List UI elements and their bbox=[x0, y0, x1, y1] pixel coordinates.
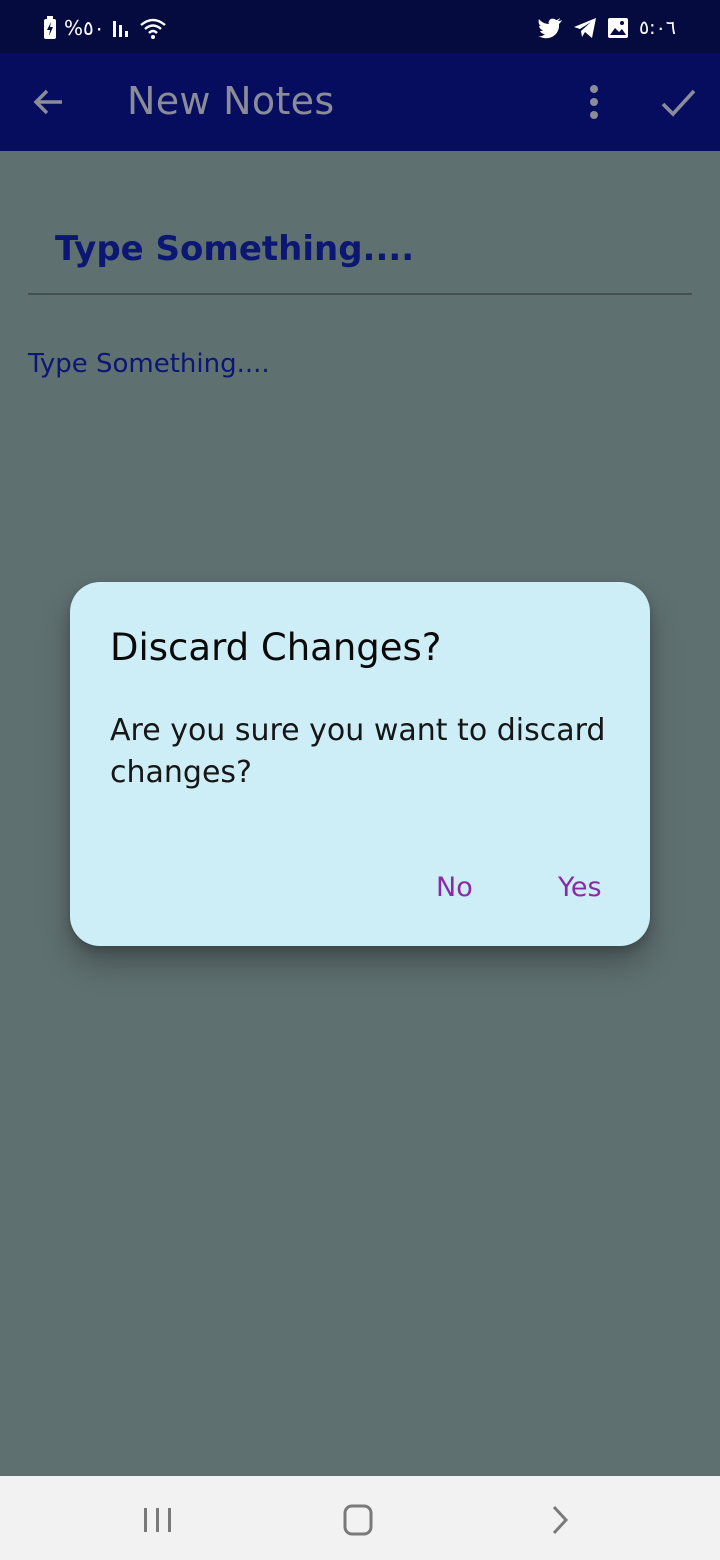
arrow-back-icon[interactable] bbox=[28, 81, 70, 123]
signal-icon bbox=[111, 17, 133, 39]
battery-charging-icon bbox=[42, 16, 58, 40]
wifi-icon bbox=[139, 16, 167, 40]
no-button[interactable]: No bbox=[436, 872, 473, 903]
check-icon[interactable] bbox=[656, 81, 700, 125]
status-left: %٥٠ bbox=[42, 14, 167, 42]
status-right: ٥:٠٦ bbox=[537, 14, 676, 42]
discard-dialog: Discard Changes? Are you sure you want t… bbox=[70, 582, 650, 946]
back-icon[interactable] bbox=[540, 1504, 580, 1536]
system-nav-bar bbox=[0, 1476, 720, 1560]
telegram-icon bbox=[573, 17, 597, 39]
app-bar: New Notes bbox=[0, 53, 720, 151]
note-body-input[interactable]: Type Something.... bbox=[28, 349, 270, 379]
recents-icon[interactable] bbox=[138, 1504, 178, 1536]
note-title-input[interactable]: Type Something.... bbox=[55, 229, 414, 269]
title-divider bbox=[28, 293, 692, 295]
gallery-icon bbox=[607, 17, 629, 39]
twitter-icon bbox=[537, 17, 563, 39]
dialog-message: Are you sure you want to discard changes… bbox=[110, 713, 606, 790]
battery-percent: %٥٠ bbox=[64, 16, 105, 40]
dialog-title: Discard Changes? bbox=[110, 626, 442, 669]
yes-button[interactable]: Yes bbox=[558, 872, 602, 903]
more-vert-icon[interactable] bbox=[578, 79, 610, 125]
page-title: New Notes bbox=[127, 79, 335, 123]
status-time: ٥:٠٦ bbox=[638, 17, 676, 39]
home-icon[interactable] bbox=[338, 1504, 378, 1536]
status-bar: %٥٠ ٥:٠٦ bbox=[0, 0, 720, 53]
